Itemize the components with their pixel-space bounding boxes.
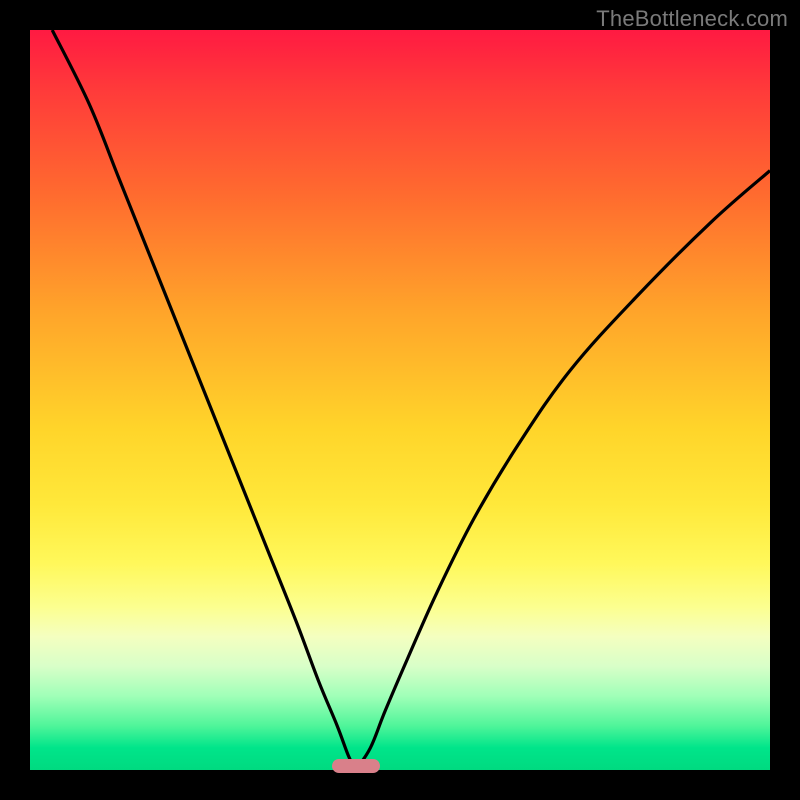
- right-branch-curve: [356, 171, 770, 770]
- curve-layer: [30, 30, 770, 770]
- plot-area: [30, 30, 770, 770]
- watermark-text: TheBottleneck.com: [596, 6, 788, 32]
- optimum-marker: [332, 759, 380, 773]
- chart-frame: TheBottleneck.com: [0, 0, 800, 800]
- left-branch-curve: [52, 30, 355, 770]
